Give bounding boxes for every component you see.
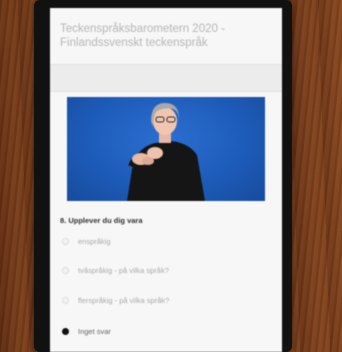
option-tvasprakig[interactable]: tvåspråkig - på vilka språk? [62,263,274,277]
option-label: Inget svar [78,326,111,336]
question-label: 8. Upplever du dig vara [60,216,143,225]
option-label: enspråkig [78,236,111,246]
radio-button[interactable] [62,296,69,304]
option-ensprakig[interactable]: enspråkig [62,234,274,248]
radio-button[interactable] [62,266,69,274]
signer-figure [127,103,205,201]
option-label: flerspråkig - på vilka språk? [78,295,170,305]
option-inget-svar[interactable]: Inget svar [62,324,274,338]
header-divider-bar [50,64,282,92]
sign-language-video[interactable] [67,97,265,201]
option-label: tvåspråkig - på vilka språk? [78,265,169,275]
radio-button[interactable] [62,237,69,245]
phone-screen: Teckenspråksbarometern 2020 - Finlandssv… [50,8,282,352]
survey-title: Teckenspråksbarometern 2020 - Finlandssv… [60,23,225,49]
option-flersprakig[interactable]: flerspråkig - på vilka språk? [62,293,274,307]
radio-button-selected[interactable] [62,327,69,335]
